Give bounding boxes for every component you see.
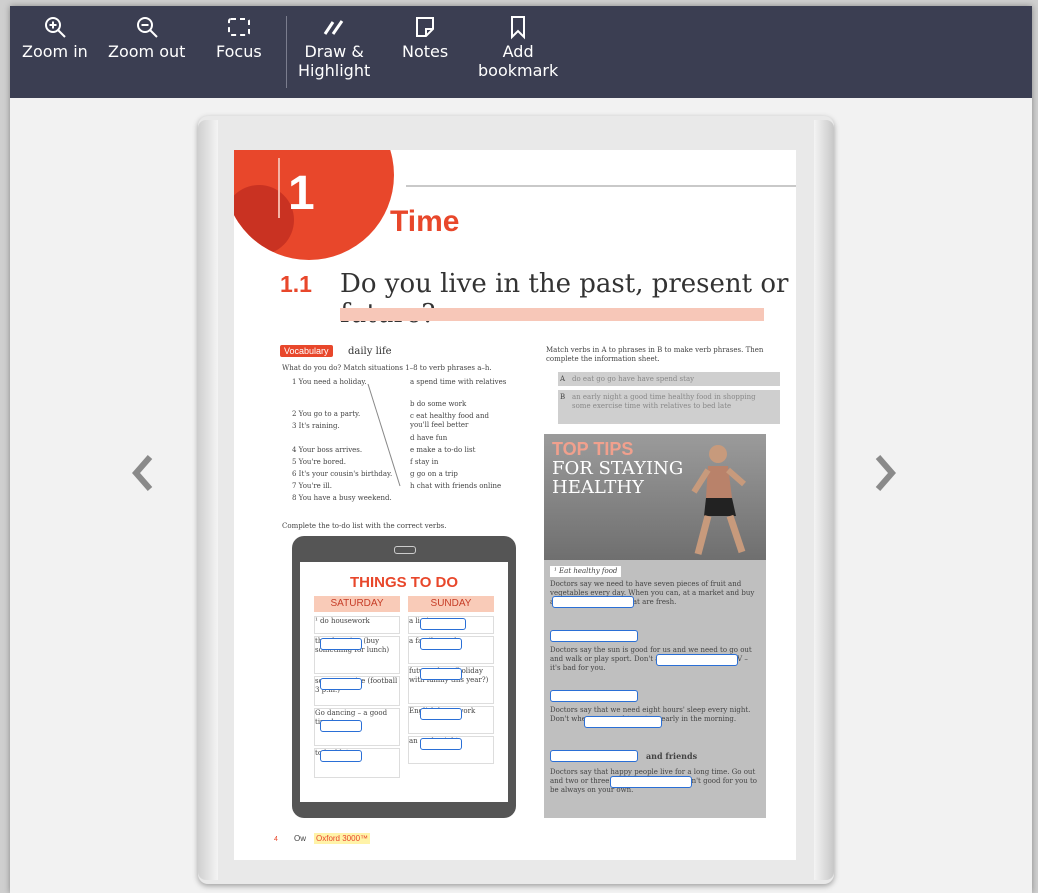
answer-input-box[interactable] (584, 716, 662, 728)
zoom-in-icon (44, 17, 66, 38)
draw-label-line1: Draw & (304, 42, 364, 61)
add-bookmark-button[interactable]: Add bookmark (478, 14, 558, 80)
tablet-screen: THINGS TO DO SATURDAY SUNDAY ¹ do housew… (300, 562, 508, 802)
drawn-match-line (367, 383, 401, 487)
ex1-answer: h chat with friends online (410, 482, 502, 490)
match-b-label: B (560, 393, 566, 401)
answer-input-box[interactable] (656, 654, 738, 666)
bookmark-label-line2: bookmark (478, 61, 559, 80)
tablet-todo-graphic: THINGS TO DO SATURDAY SUNDAY ¹ do housew… (292, 536, 516, 818)
zoom-in-button[interactable]: Zoom in (22, 14, 88, 61)
match-a-words: do eat go go have have spend stay (572, 375, 695, 383)
exercise-3-instruction: Match verbs in A to phrases in B to make… (546, 346, 764, 363)
unit-bar (278, 158, 280, 218)
ex1-answer: e make a to-do list (410, 446, 476, 454)
previous-page-button[interactable] (122, 448, 162, 498)
answer-input-box[interactable] (550, 750, 638, 762)
runner-figure (691, 445, 746, 555)
notes-icon (416, 17, 435, 37)
zoom-out-label: Zoom out (108, 42, 186, 61)
notes-label: Notes (402, 42, 449, 61)
lesson-number: 1.1 (280, 271, 312, 297)
answer-input-box[interactable] (420, 618, 466, 630)
page-number: 4 (274, 836, 278, 843)
answer-input-box[interactable] (550, 630, 638, 642)
ex1-answer: g go on a trip (410, 470, 458, 478)
toolbar-divider (286, 16, 287, 88)
tip-1-heading: ¹ Eat healthy food (550, 566, 622, 577)
draw-highlight-icon (323, 20, 344, 35)
vocabulary-subtitle: daily life (348, 346, 392, 357)
focus-button[interactable]: Focus (216, 14, 262, 61)
match-list-a: A do eat go go have have spend stay (558, 372, 780, 386)
zoom-out-button[interactable]: Zoom out (108, 14, 185, 61)
tablet-button (394, 546, 416, 554)
unit-title: Time (390, 205, 460, 238)
answer-input-box[interactable] (420, 708, 462, 720)
zoom-in-label: Zoom in (22, 42, 88, 61)
chevron-right-icon (875, 455, 896, 491)
answer-input-box[interactable] (420, 638, 462, 650)
answer-input-box[interactable] (320, 750, 362, 762)
lesson-title-bar (340, 308, 764, 321)
exercise-2-instruction: Complete the to-do list with the correct… (282, 522, 447, 530)
sunday-header: SUNDAY (408, 596, 494, 612)
top-tips-heading: TOP TIPS (552, 439, 634, 459)
ebook-viewer-window: Zoom in Zoom out Focus Draw & Highlight … (10, 6, 1032, 893)
answer-input-box[interactable] (552, 596, 634, 608)
ex1-item: 8 You have a busy weekend. (292, 494, 392, 502)
unit-rule (406, 185, 796, 187)
ex1-answer: d have fun (410, 434, 448, 442)
answer-input-box[interactable] (320, 638, 362, 650)
zoom-out-icon (136, 17, 158, 38)
match-b-words: an early night a good time healthy food … (572, 393, 756, 410)
focus-icon (227, 18, 250, 36)
exercise-1-instruction: What do you do? Match situations 1–8 to … (282, 364, 492, 372)
bookmark-icon (511, 16, 526, 40)
textbook-page[interactable]: 1 Time 1.1 Do you live in the past, pres… (234, 150, 796, 860)
ex1-answer: f stay in (410, 458, 439, 466)
answer-input-box[interactable] (550, 690, 638, 702)
draw-highlight-button[interactable]: Draw & Highlight (298, 14, 370, 80)
next-page-button[interactable] (866, 448, 906, 498)
focus-label: Focus (216, 42, 262, 61)
runner-photo: TOP TIPS FOR STAYING HEALTHY (544, 434, 766, 560)
draw-label-line2: Highlight (298, 61, 371, 80)
ex1-answer: a spend time with relatives (410, 378, 507, 386)
staying-healthy-heading: FOR STAYING HEALTHY (552, 458, 684, 498)
oxford-3000-badge: Oxford 3000™ (314, 833, 371, 844)
notes-button[interactable]: Notes (402, 14, 448, 61)
answer-input-box[interactable] (320, 678, 362, 690)
answer-input-box[interactable] (320, 720, 362, 732)
footer-text: Ow (294, 834, 306, 843)
answer-input-box[interactable] (420, 738, 462, 750)
book-right-edge (814, 120, 834, 880)
toolbar: Zoom in Zoom out Focus Draw & Highlight … (10, 6, 1032, 98)
match-list-b: B an early night a good time healthy foo… (558, 390, 780, 424)
ex1-answer: c eat healthy food and you'll feel bette… (410, 412, 489, 429)
book-spread: 1 Time 1.1 Do you live in the past, pres… (198, 116, 834, 884)
vocabulary-badge: Vocabulary (280, 345, 333, 357)
page-viewer: 1 Time 1.1 Do you live in the past, pres… (10, 98, 1032, 893)
things-to-do-title: THINGS TO DO (349, 574, 459, 591)
chevron-left-icon (132, 455, 153, 491)
screenshot-frame: Zoom in Zoom out Focus Draw & Highlight … (0, 0, 1038, 893)
answer-input-box[interactable] (420, 668, 462, 680)
ex1-answer: b do some work (410, 400, 467, 408)
unit-number: 1 (288, 167, 315, 220)
bookmark-label-line1: Add (502, 42, 534, 61)
saturday-header: SATURDAY (314, 596, 400, 612)
todo-cell: ¹ do housework (314, 616, 400, 634)
answer-input-box[interactable] (610, 776, 692, 788)
tip-4-heading: and friends (646, 751, 698, 761)
match-a-label: A (560, 375, 566, 383)
top-tips-panel: TOP TIPS FOR STAYING HEALTHY ¹ Eat healt… (544, 434, 766, 818)
book-left-edge (198, 120, 218, 880)
